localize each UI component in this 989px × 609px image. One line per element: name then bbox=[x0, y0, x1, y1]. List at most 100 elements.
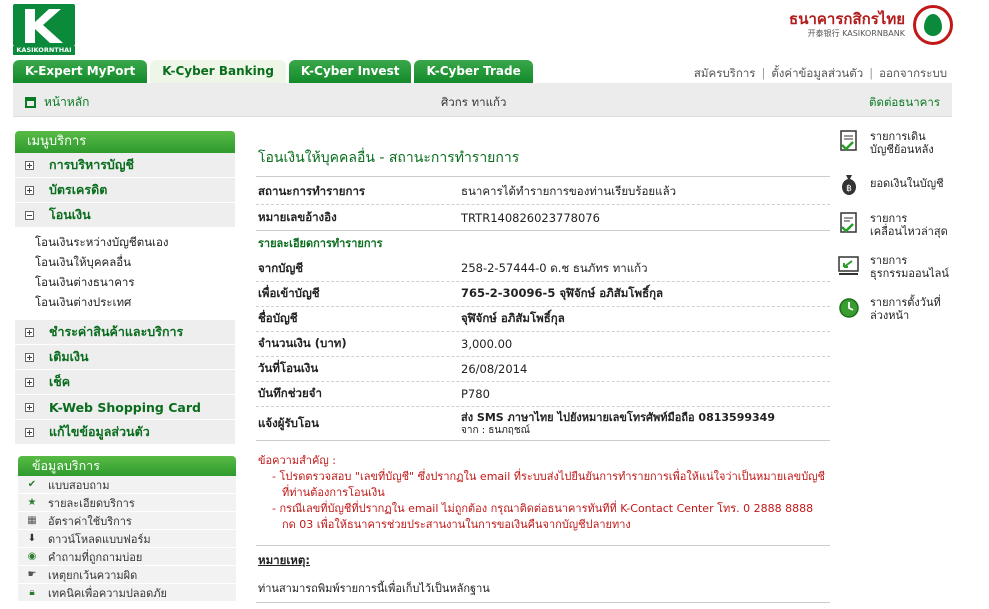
menu-item-transfer[interactable]: โอนเงิน bbox=[15, 203, 235, 228]
settings-link[interactable]: ตั้งค่าข้อมูลส่วนตัว bbox=[771, 66, 863, 80]
quick-shortcuts: รายการเดิน บัญชีย้อนหลัง ฿ ยอดเงินในบัญชี… bbox=[838, 130, 958, 338]
to-account-row: เพื่อเข้าบัญชี 765-2-30096-5 จุฬิจักษ์ อ… bbox=[256, 282, 830, 307]
important-notes: ข้อความสำคัญ : - โปรดตรวจสอบ "เลขที่บัญช… bbox=[256, 453, 830, 533]
important-title: ข้อความสำคัญ : bbox=[258, 454, 336, 467]
expand-icon bbox=[25, 377, 34, 387]
tab-k-cyber-banking[interactable]: K-Cyber Banking bbox=[150, 60, 286, 83]
menu-item-label: โอนเงิน bbox=[49, 207, 91, 222]
question-icon: ◉ bbox=[27, 551, 37, 562]
transfer-date-value: 26/08/2014 bbox=[461, 362, 528, 376]
amount-row: จำนวนเงิน (บาท) 3,000.00 bbox=[256, 332, 830, 357]
info-item-faq[interactable]: ◉ คำถามที่ถูกถามบ่อย bbox=[18, 548, 236, 566]
service-info-header: ข้อมูลบริการ bbox=[18, 456, 236, 476]
important-note-1: - โปรดตรวจสอบ "เลขที่บัญชี" ซึ่งปรากฏใน … bbox=[272, 470, 826, 499]
remark-title: หมายเหตุ: bbox=[256, 545, 830, 569]
home-icon bbox=[25, 97, 36, 108]
menu-item-top-up[interactable]: เติมเงิน bbox=[15, 345, 235, 370]
submenu-other-person[interactable]: โอนเงินให้บุคคลอื่น bbox=[35, 254, 235, 274]
bank-emblem-icon bbox=[913, 5, 953, 45]
memo-label: บันทึกช่วยจำ bbox=[258, 386, 322, 400]
shortcut-line2: ธุรกรรมออนไลน์ bbox=[870, 267, 949, 280]
info-item-label: ดาวน์โหลดแบบฟอร์ม bbox=[48, 532, 151, 546]
tab-k-cyber-trade[interactable]: K-Cyber Trade bbox=[414, 60, 533, 83]
menu-item-label: K-Web Shopping Card bbox=[49, 399, 201, 415]
info-item-label: แบบสอบถาม bbox=[48, 478, 110, 492]
k-logo-icon bbox=[25, 9, 63, 43]
expand-icon bbox=[25, 402, 34, 412]
bank-logo: ธนาคารกสิกรไทย 开泰银行 KASIKORNBANK bbox=[778, 5, 953, 45]
from-account-label: จากบัญชี bbox=[258, 261, 304, 275]
account-name-value: จุฬิจักษ์ อภิสัมโพธิ์กุล bbox=[461, 311, 565, 325]
menu-item-credit-card[interactable]: บัตรเครดิต bbox=[15, 178, 235, 203]
shortcut-line2: บัญชีย้อนหลัง bbox=[870, 143, 934, 156]
page-title: โอนเงินให้บุคคลอื่น - สถานะการทำรายการ bbox=[256, 139, 830, 177]
shortcut-line1: รายการ bbox=[870, 254, 908, 267]
status-row: สถานะการทำรายการ ธนาคารได้ทำรายการของท่า… bbox=[256, 179, 830, 205]
logout-link[interactable]: ออกจากระบบ bbox=[879, 66, 947, 80]
info-item-label: รายละเอียดบริการ bbox=[48, 496, 135, 510]
info-item-fees[interactable]: ▦ อัตราค่าใช้บริการ bbox=[18, 512, 236, 530]
shortcut-line1: รายการเดิน bbox=[870, 130, 926, 143]
kasikorn-logo[interactable]: KASIKORNTHAI bbox=[13, 4, 75, 55]
memo-value: P780 bbox=[461, 387, 490, 401]
info-item-security-tips[interactable]: 🔒︎ เทคนิคเพื่อความปลอดภัย bbox=[18, 584, 236, 602]
info-item-label: เทคนิคเพื่อความปลอดภัย bbox=[48, 586, 167, 600]
money-bag-icon: ฿ bbox=[838, 172, 860, 196]
notify-sender-text: จาก : ธนภฤชณ์ bbox=[461, 424, 530, 436]
account-name-label: ชื่อบัญชี bbox=[258, 311, 298, 325]
info-item-label: เหตุยกเว้นความผิด bbox=[48, 568, 138, 582]
info-item-disclaimer[interactable]: ☛ เหตุยกเว้นความผิด bbox=[18, 566, 236, 584]
info-item-download-forms[interactable]: ⬇ ดาวน์โหลดแบบฟอร์ม bbox=[18, 530, 236, 548]
recent-transactions-icon bbox=[838, 212, 860, 236]
home-link[interactable]: หน้าหลัก bbox=[25, 93, 89, 112]
tab-k-expert-myport[interactable]: K-Expert MyPort bbox=[13, 60, 148, 83]
shortcut-balance[interactable]: ฿ ยอดเงินในบัญชี bbox=[838, 172, 958, 196]
shortcut-line1: รายการตั้งวันที่ bbox=[870, 296, 941, 309]
info-item-label: อัตราค่าใช้บริการ bbox=[48, 514, 132, 528]
menu-item-edit-profile[interactable]: แก้ไขข้อมูลส่วนตัว bbox=[15, 420, 235, 445]
shortcut-scheduled-transactions[interactable]: รายการตั้งวันที่ ล่วงหน้า bbox=[838, 296, 958, 322]
amount-value: 3,000.00 bbox=[461, 337, 513, 351]
user-name: ศิวกร ทาแก้ว bbox=[441, 95, 507, 109]
menu-item-label: แก้ไขข้อมูลส่วนตัว bbox=[49, 424, 150, 439]
menu-item-shopping-card[interactable]: K-Web Shopping Card bbox=[15, 395, 235, 420]
menu-item-label: เช็ค bbox=[49, 374, 71, 389]
menu-item-account-management[interactable]: การบริหารบัญชี bbox=[15, 153, 235, 178]
remark-text: ท่านสามารถพิมพ์รายการนี้เพื่อเก็บไว้เป็น… bbox=[258, 582, 490, 595]
checkmark-icon: ✔ bbox=[27, 479, 37, 490]
service-info-box: ข้อมูลบริการ ✔ แบบสอบถาม ★ รายละเอียดบริกา… bbox=[18, 456, 236, 602]
account-name-row: ชื่อบัญชี จุฬิจักษ์ อภิสัมโพธิ์กุล bbox=[256, 307, 830, 332]
info-item-service-details[interactable]: ★ รายละเอียดบริการ bbox=[18, 494, 236, 512]
submenu-own-accounts[interactable]: โอนเงินระหว่างบัญชีตนเอง bbox=[35, 234, 235, 254]
menu-item-label: เติมเงิน bbox=[49, 349, 89, 364]
register-link[interactable]: สมัครบริการ bbox=[694, 66, 756, 80]
contact-bank-link[interactable]: ติดต่อธนาคาร bbox=[869, 94, 940, 112]
bottom-divider bbox=[256, 602, 830, 603]
expand-icon bbox=[25, 352, 34, 362]
collapse-icon bbox=[25, 210, 34, 220]
status-value: ธนาคารได้ทำรายการของท่านเรียบร้อยแล้ว bbox=[461, 183, 677, 198]
shortcut-line2: เคลื่อนไหวล่าสุด bbox=[870, 225, 948, 238]
transfer-submenu: โอนเงินระหว่างบัญชีตนเอง โอนเงินให้บุคคล… bbox=[15, 228, 235, 320]
from-account-row: จากบัญชี 258-2-57444-0 ด.ช ธนภัทร ทาแก้ว bbox=[256, 257, 830, 282]
to-account-label: เพื่อเข้าบัญชี bbox=[258, 286, 320, 300]
tab-k-cyber-invest[interactable]: K-Cyber Invest bbox=[288, 60, 412, 83]
shortcut-line1: รายการ bbox=[870, 212, 908, 225]
lock-icon: 🔒︎ bbox=[29, 587, 35, 598]
transfer-date-row: วันที่โอนเงิน 26/08/2014 bbox=[256, 357, 830, 382]
from-account-value: 258-2-57444-0 ด.ช ธนภัทร ทาแก้ว bbox=[461, 261, 648, 275]
transfer-status-panel: โอนเงินให้บุคคลอื่น - สถานะการทำรายการ ส… bbox=[256, 139, 830, 597]
submenu-international[interactable]: โอนเงินต่างประเทศ bbox=[35, 294, 235, 314]
shortcut-online-transactions[interactable]: รายการ ธุรกรรมออนไลน์ bbox=[838, 254, 958, 280]
expand-icon bbox=[25, 185, 34, 195]
notify-sms-text: ส่ง SMS ภาษาไทย ไปยังหมายเลขโทรศัพท์มือถ… bbox=[461, 410, 775, 424]
download-icon: ⬇ bbox=[27, 533, 37, 544]
shortcut-recent-transactions[interactable]: รายการ เคลื่อนไหวล่าสุด bbox=[838, 212, 958, 238]
shortcut-statement[interactable]: รายการเดิน บัญชีย้อนหลัง bbox=[838, 130, 958, 156]
to-account-value: 765-2-30096-5 จุฬิจักษ์ อภิสัมโพธิ์กุล bbox=[461, 286, 664, 300]
info-item-survey[interactable]: ✔ แบบสอบถาม bbox=[18, 476, 236, 494]
calculator-icon: ▦ bbox=[27, 515, 37, 526]
submenu-other-bank[interactable]: โอนเงินต่างธนาคาร bbox=[35, 274, 235, 294]
menu-item-pay-bills[interactable]: ชำระค่าสินค้าและบริการ bbox=[15, 320, 235, 345]
menu-item-cheque[interactable]: เช็ค bbox=[15, 370, 235, 395]
